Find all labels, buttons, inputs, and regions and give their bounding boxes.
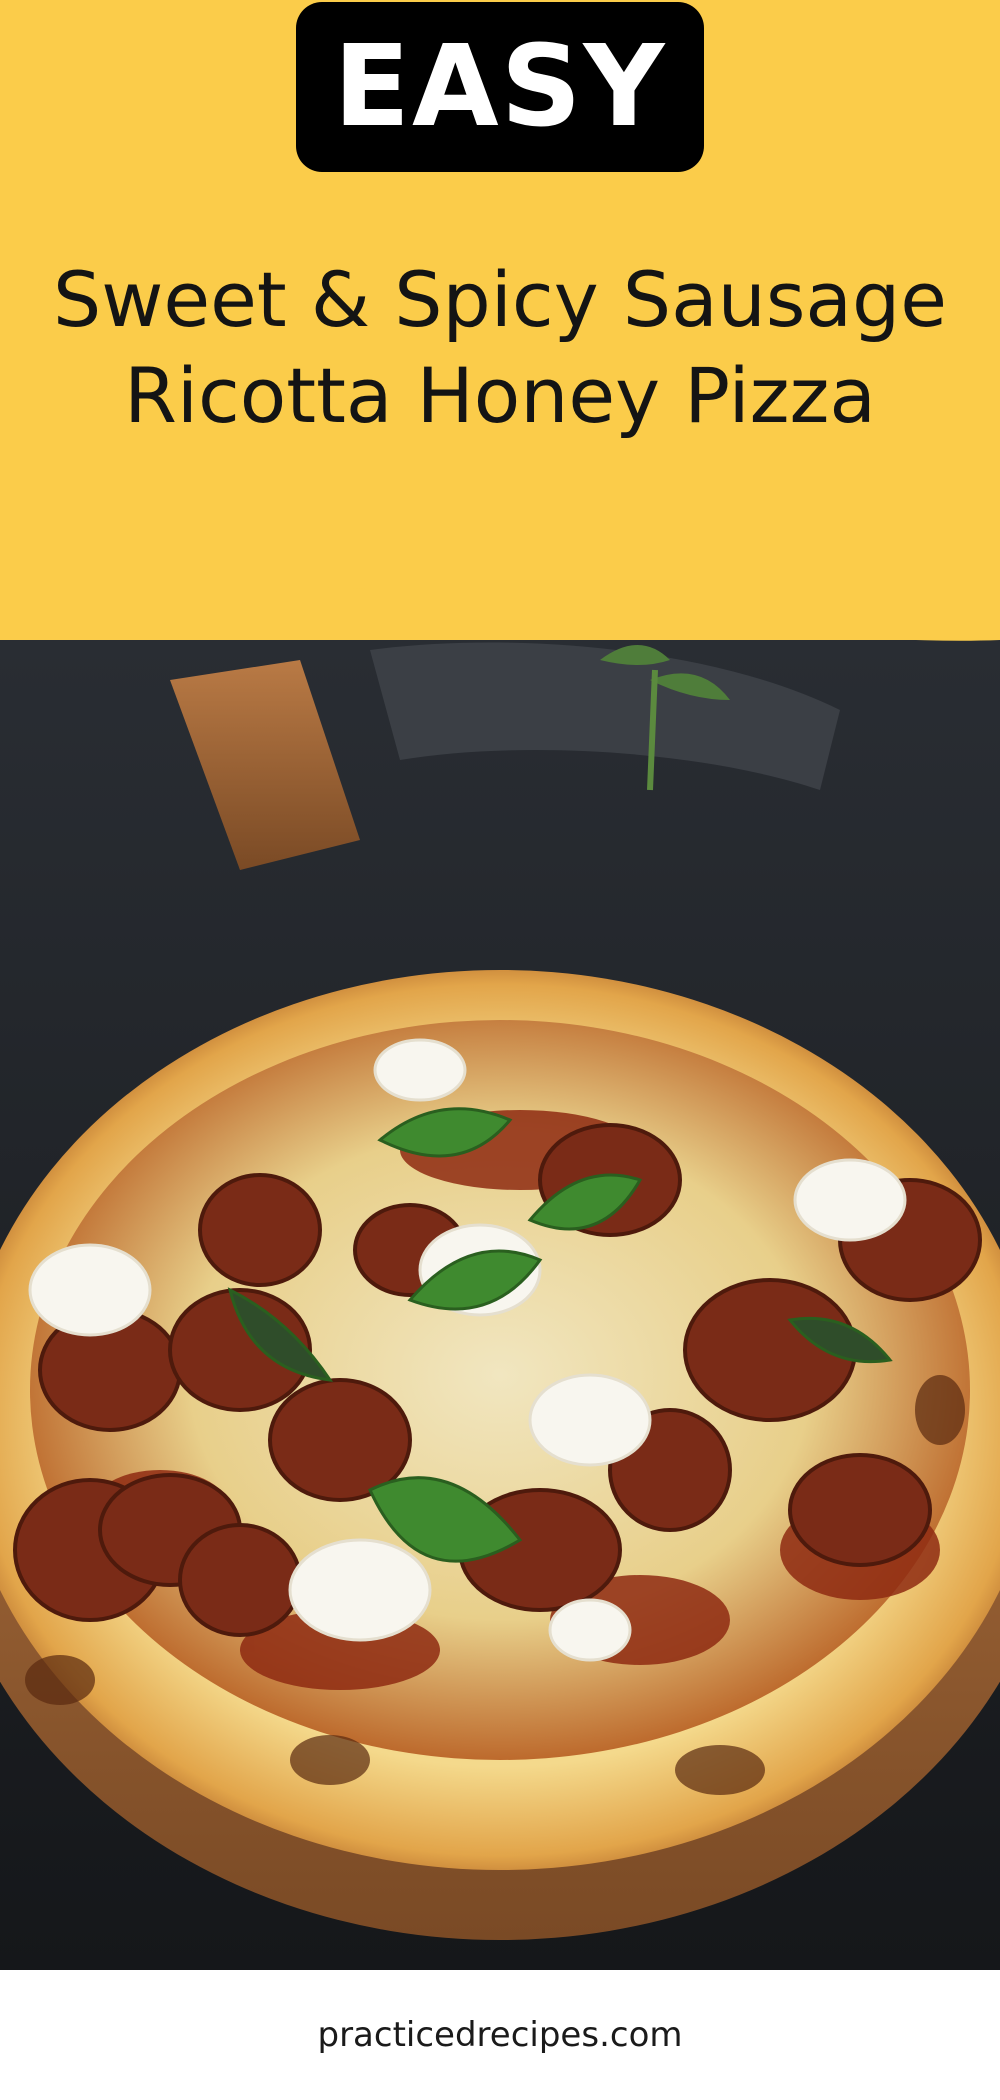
badge-label: EASY (333, 22, 667, 152)
easy-badge: EASY (296, 2, 704, 172)
footer: practicedrecipes.com (0, 1970, 1000, 2100)
title-line-1: Sweet & Spicy Sausage (53, 255, 947, 344)
recipe-title: Sweet & Spicy Sausage Ricotta Honey Pizz… (0, 252, 1000, 444)
pin-graphic: EASY Sweet & Spicy Sausage Ricotta Honey… (0, 0, 1000, 2100)
site-url[interactable]: practicedrecipes.com (318, 2015, 683, 2055)
title-line-2: Ricotta Honey Pizza (124, 351, 876, 440)
brush-stroke-edge (0, 560, 1000, 641)
pizza-photo (0, 590, 1000, 1970)
